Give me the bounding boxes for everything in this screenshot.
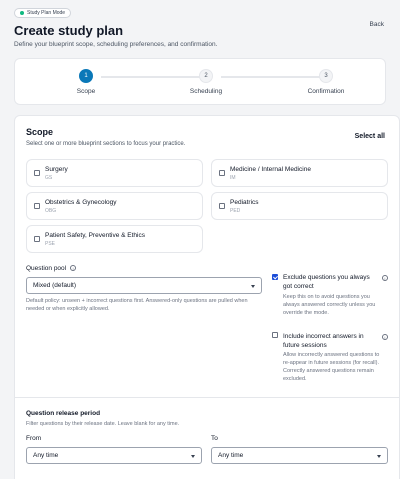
section-code: PED <box>230 208 241 214</box>
study-plan-mode-badge: Study Plan Mode <box>14 8 72 18</box>
chevron-down-icon <box>251 285 255 288</box>
step-label: Scope <box>76 88 96 95</box>
from-date-select[interactable]: Any time <box>26 447 202 464</box>
info-icon[interactable]: i <box>382 334 388 340</box>
exclude-correct-help: Keep this on to avoid questions you alwa… <box>283 294 376 316</box>
exclude-correct-checkbox[interactable] <box>272 274 278 280</box>
exclude-correct-title: Exclude questions you always got correct <box>283 274 370 290</box>
include-incorrect-checkbox[interactable] <box>272 332 278 338</box>
section-code: OBG <box>45 208 57 214</box>
question-pool-selected: Mixed (default) <box>33 282 76 289</box>
release-period-title: Question release period <box>26 410 101 417</box>
info-icon[interactable]: i <box>382 275 388 281</box>
step-scheduling[interactable]: 2 Scheduling <box>176 69 236 95</box>
mode-badge-label: Study Plan Mode <box>27 10 66 16</box>
to-date-value: Any time <box>218 452 244 459</box>
page-title: Create study plan <box>14 23 124 38</box>
section-name: Patient Safety, Preventive & Ethics <box>45 232 145 239</box>
section-name: Surgery <box>45 166 68 173</box>
section-checkbox[interactable] <box>34 236 40 242</box>
step-label: Confirmation <box>307 88 345 95</box>
release-period-help: Filter questions by their release date. … <box>26 421 180 427</box>
section-divider <box>15 397 399 398</box>
scope-subtitle: Select one or more blueprint sections to… <box>26 141 186 147</box>
section-checkbox[interactable] <box>219 170 225 176</box>
question-pool-label: Question pool i <box>26 265 77 272</box>
chevron-down-icon <box>191 455 195 458</box>
scope-card: Scope Select one or more blueprint secti… <box>14 115 400 479</box>
step-number: 2 <box>199 69 213 83</box>
from-date-value: Any time <box>33 452 59 459</box>
section-checkbox[interactable] <box>34 203 40 209</box>
step-number: 1 <box>79 69 93 83</box>
section-option-obgyn[interactable]: Obstetrics & Gynecology OBG <box>26 192 203 220</box>
to-label: To <box>211 435 218 442</box>
progress-stepper: 1 Scope 2 Scheduling 3 Confirmation <box>14 58 386 105</box>
step-label: Scheduling <box>189 88 223 95</box>
select-all-button[interactable]: Select all <box>355 133 385 140</box>
info-icon[interactable]: i <box>70 265 77 272</box>
section-option-patient-safety[interactable]: Patient Safety, Preventive & Ethics PSE <box>26 225 203 253</box>
section-code: GS <box>45 175 53 181</box>
section-code: IM <box>230 175 236 181</box>
include-incorrect-title: Include incorrect answers in future sess… <box>283 333 364 349</box>
include-incorrect-help: Allow incorrectly answered questions to … <box>283 352 380 382</box>
step-confirmation[interactable]: 3 Confirmation <box>296 69 356 95</box>
section-code: PSE <box>45 241 56 247</box>
section-name: Pediatrics <box>230 199 259 206</box>
scope-title: Scope <box>26 127 54 137</box>
page-subtitle: Define your blueprint scope, scheduling … <box>14 41 218 48</box>
section-name: Obstetrics & Gynecology <box>45 199 117 206</box>
step-number: 3 <box>319 69 333 83</box>
question-pool-label-text: Question pool <box>26 265 67 272</box>
question-pool-select[interactable]: Mixed (default) <box>26 277 262 294</box>
step-scope[interactable]: 1 Scope <box>56 69 116 95</box>
section-checkbox[interactable] <box>34 170 40 176</box>
status-dot-icon <box>20 11 24 15</box>
back-button[interactable]: Back <box>370 21 384 28</box>
section-option-medicine[interactable]: Medicine / Internal Medicine IM <box>211 159 388 187</box>
section-name: Medicine / Internal Medicine <box>230 166 311 173</box>
chevron-down-icon <box>377 455 381 458</box>
section-option-surgery[interactable]: Surgery GS <box>26 159 203 187</box>
section-option-pediatrics[interactable]: Pediatrics PED <box>211 192 388 220</box>
section-checkbox[interactable] <box>219 203 225 209</box>
page-header: Study Plan Mode Create study plan Define… <box>14 8 386 48</box>
question-pool-help: Default policy: unseen + incorrect quest… <box>26 298 248 312</box>
to-date-select[interactable]: Any time <box>211 447 388 464</box>
from-label: From <box>26 435 42 442</box>
